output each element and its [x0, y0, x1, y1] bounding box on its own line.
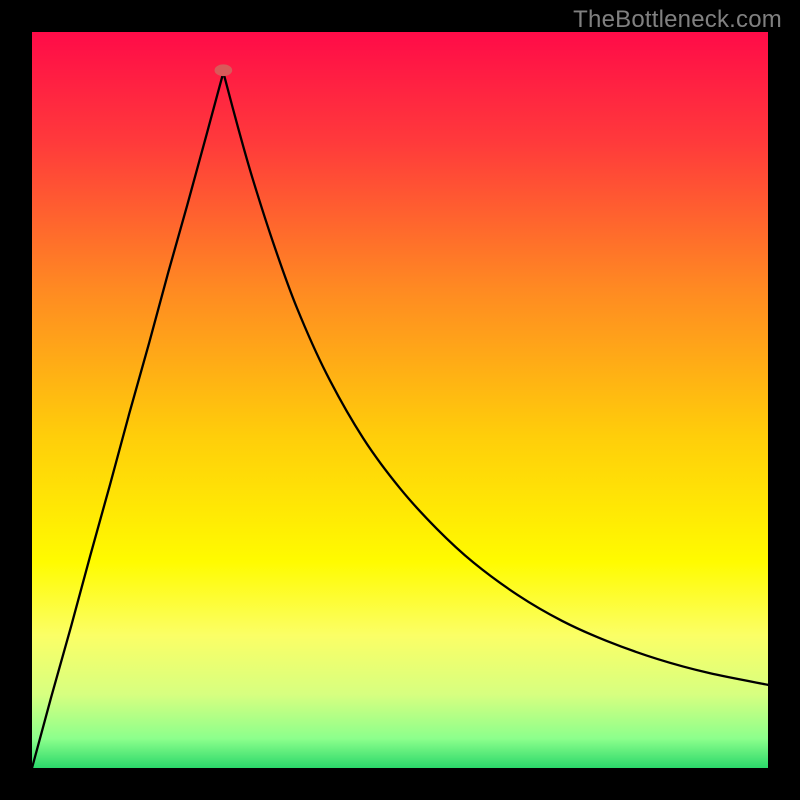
watermark-text: TheBottleneck.com: [573, 6, 782, 34]
chart-background: [32, 32, 768, 768]
chart-frame: [32, 32, 768, 768]
marker-group: [215, 64, 233, 76]
bottleneck-chart: [32, 32, 768, 768]
vertex-marker: [215, 64, 233, 76]
